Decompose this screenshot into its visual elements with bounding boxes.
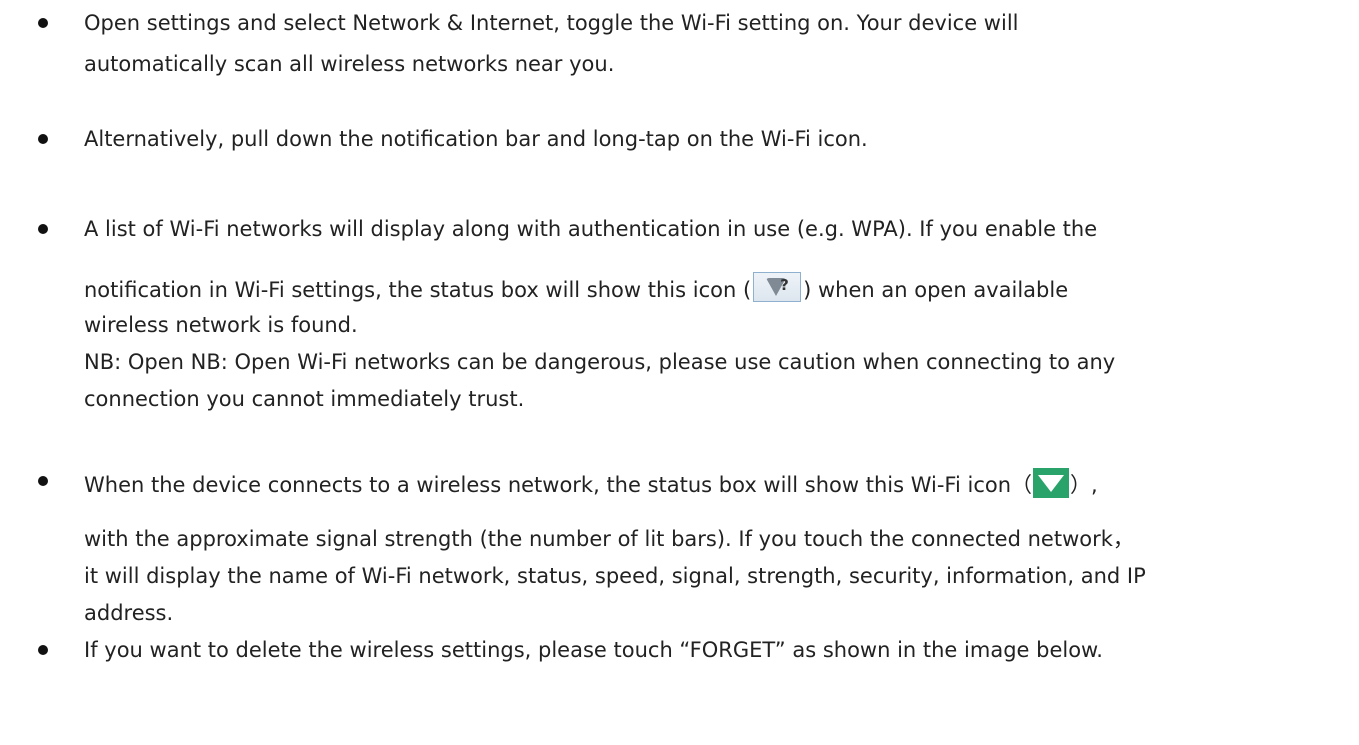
bullet-marker bbox=[38, 645, 48, 655]
bullet-1-line-2: automatically scan all wireless networks… bbox=[84, 52, 615, 76]
bullet-marker bbox=[38, 18, 48, 28]
bullet-marker bbox=[38, 476, 48, 486]
wifi-connected-icon bbox=[1033, 468, 1070, 498]
bullet-4-line-1-after: ）, bbox=[1070, 473, 1098, 497]
bullet-3-line-2-before: notification in Wi-Fi settings, the stat… bbox=[84, 278, 752, 302]
bullet-3-line-1: A list of Wi-Fi networks will display al… bbox=[84, 217, 1098, 241]
bullet-marker bbox=[38, 134, 48, 144]
bullet-4-line-1: When the device connects to a wireless n… bbox=[84, 468, 1098, 498]
bullet-1-line-1: Open settings and select Network & Inter… bbox=[84, 11, 1019, 35]
bullet-3-note-line-2: connection you cannot immediately trust. bbox=[84, 387, 525, 411]
bullet-3-note-line-1: NB: Open NB: Open Wi-Fi networks can be … bbox=[84, 350, 1116, 374]
bullet-5-line-1: If you want to delete the wireless setti… bbox=[84, 638, 1103, 662]
instruction-document: Open settings and select Network & Inter… bbox=[0, 0, 1359, 745]
wifi-question-icon: ? bbox=[753, 272, 802, 302]
bullet-3-line-3: wireless network is found. bbox=[84, 313, 358, 337]
bullet-4-line-2: with the approximate signal strength (th… bbox=[84, 527, 1134, 551]
bullet-marker bbox=[38, 224, 48, 234]
bullet-2-line-1: Alternatively, pull down the notificatio… bbox=[84, 127, 868, 151]
bullet-4-line-4: address. bbox=[84, 601, 174, 625]
bullet-4-line-3: it will display the name of Wi-Fi networ… bbox=[84, 564, 1146, 588]
bullet-3-line-2-after: ) when an open available bbox=[803, 278, 1069, 302]
bullet-4-line-1-before: When the device connects to a wireless n… bbox=[84, 473, 1033, 497]
bullet-3-line-2: notification in Wi-Fi settings, the stat… bbox=[84, 272, 1068, 303]
